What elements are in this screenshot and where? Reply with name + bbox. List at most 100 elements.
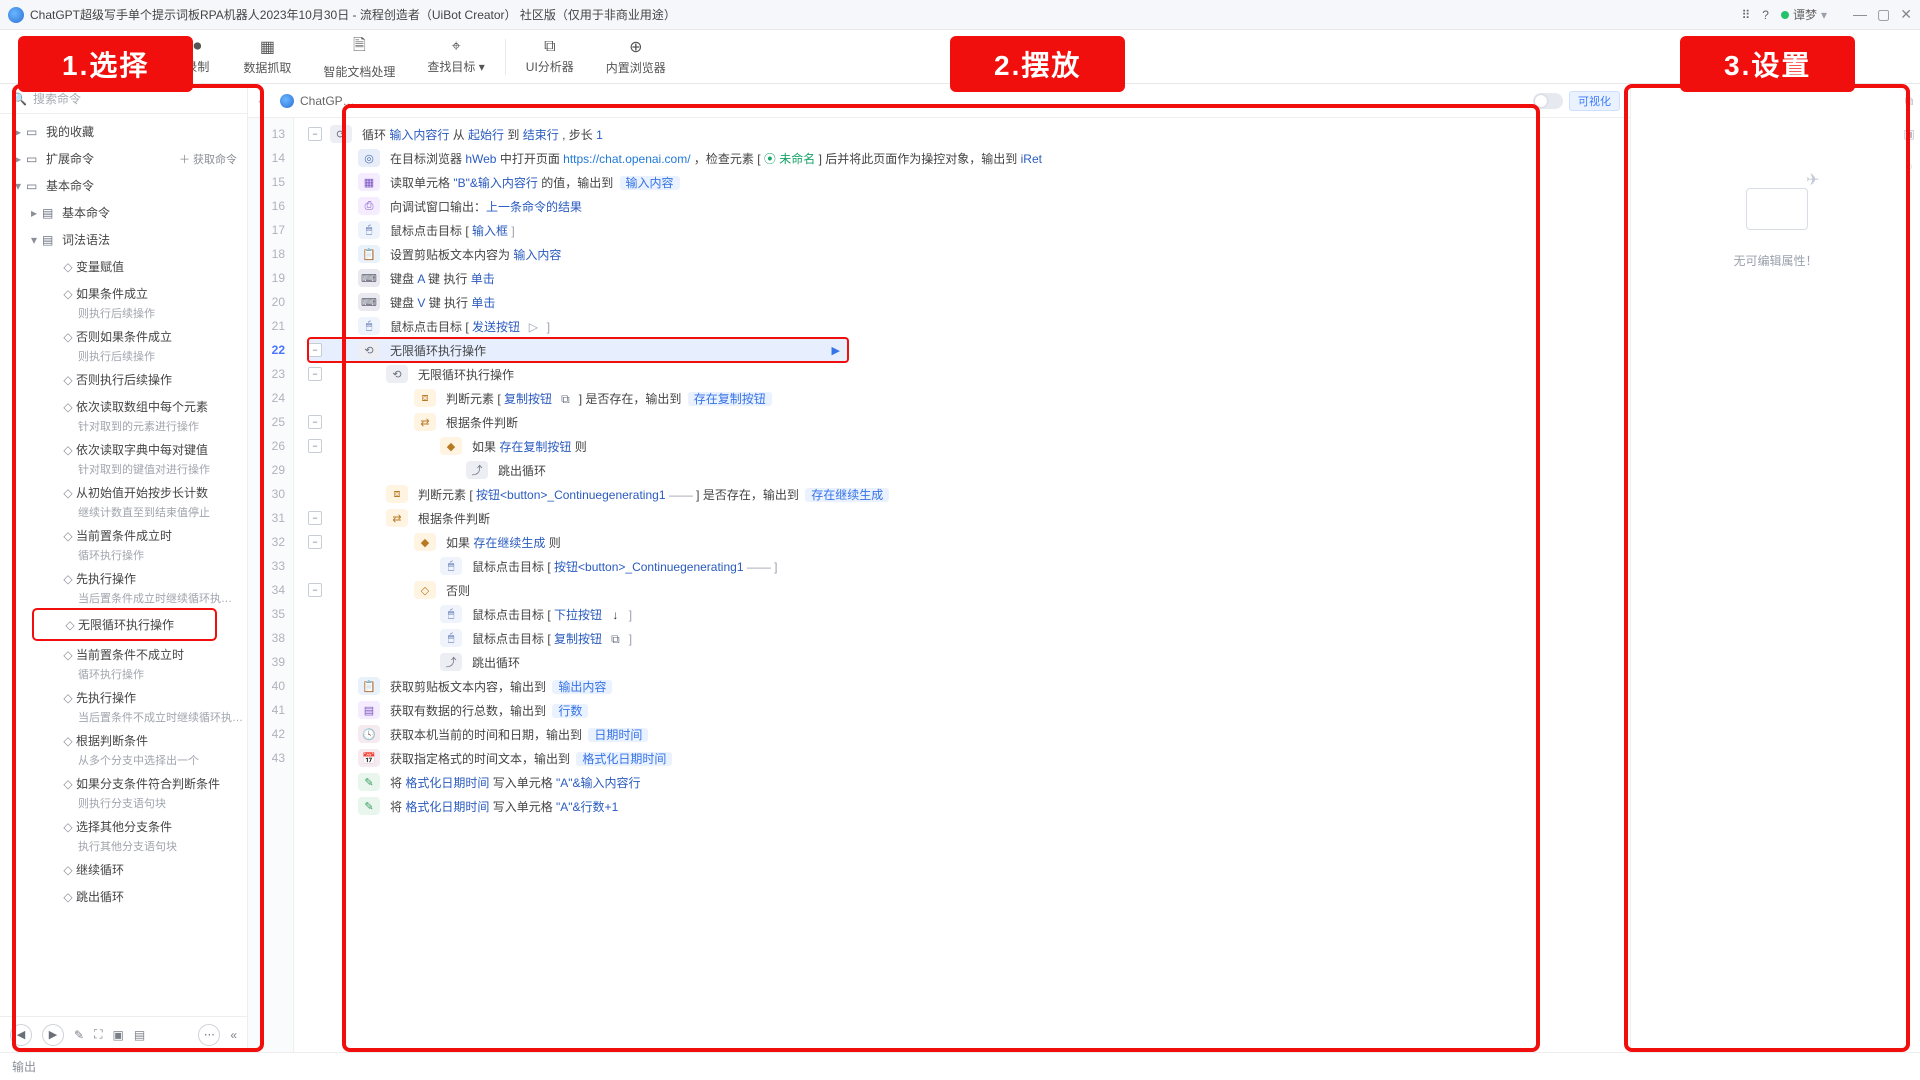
code-row[interactable]: ▦读取单元格 "B"&输入内容行 的值，输出到 输入内容	[308, 170, 1622, 194]
break-icon: ⤴	[440, 653, 462, 671]
syntax-item-desc: 针对取到的键值对进行操作	[0, 461, 247, 477]
syntax-item[interactable]: ◇当前置条件不成立时	[0, 641, 247, 668]
syntax-item[interactable]: ◇如果条件成立	[0, 280, 247, 307]
window-minimize-button[interactable]: —	[1853, 6, 1867, 23]
help-icon[interactable]: ?	[1762, 8, 1769, 22]
code-row[interactable]: 🖱鼠标点击目标 [ 复制按钮 ]	[308, 626, 1622, 650]
mouse-click-icon: 🖱	[440, 605, 462, 623]
syntax-item[interactable]: ◇先执行操作	[0, 684, 247, 711]
code-row[interactable]: 📋设置剪贴板文本内容为 输入内容	[308, 242, 1622, 266]
edit-icon[interactable]: ✎	[74, 1028, 84, 1042]
if-icon: ◆	[414, 533, 436, 551]
window-title: ChatGPT超级写手单个提示词板RPA机器人2023年10月30日 - 流程创…	[30, 6, 1742, 23]
status-output[interactable]: 输出	[12, 1058, 36, 1075]
toolbar-browser-button[interactable]: ⊕内置浏览器	[590, 37, 682, 76]
code-row[interactable]: 🕓获取本机当前的时间和日期，输出到 日期时间	[308, 722, 1622, 746]
tree-favorites[interactable]: ▸▭我的收藏	[0, 118, 247, 145]
toolbar-uianalyzer-button[interactable]: ⧉UI分析器	[510, 38, 590, 75]
note-icon[interactable]: ▤	[134, 1028, 145, 1042]
code-row-selected[interactable]: −⟲无限循环执行操作	[308, 338, 848, 362]
syntax-item[interactable]: ◇跳出循环	[0, 883, 247, 910]
code-row[interactable]: 📅获取指定格式的时间文本，输出到 格式化日期时间	[308, 746, 1622, 770]
syntax-item[interactable]: ◇变量赋值	[0, 253, 247, 280]
switch-icon: ⇄	[386, 509, 408, 527]
mouse-click-icon: 🖱	[440, 629, 462, 647]
code-row[interactable]: 📋获取剪贴板文本内容，输出到 输出内容	[308, 674, 1622, 698]
code-row[interactable]: ⤴跳出循环	[308, 458, 1622, 482]
code-lines[interactable]: −⟳循环 输入内容行 从 起始行 到 结束行 , 步长 1 ◎在目标浏览器 hW…	[294, 118, 1630, 1052]
get-command-link[interactable]: ＋ 获取命令	[179, 151, 237, 167]
toolbar-scrape-button[interactable]: ▦数据抓取	[227, 37, 307, 76]
syntax-item[interactable]: ◇根据判断条件	[0, 727, 247, 754]
code-row[interactable]: 🖱鼠标点击目标 [ 下拉按钮 ]	[308, 602, 1622, 626]
status-bar: 输出	[0, 1052, 1920, 1080]
nav-back-button[interactable]: ◀	[10, 1024, 32, 1046]
window-close-button[interactable]: ✕	[1900, 6, 1912, 23]
online-status-icon	[1781, 11, 1789, 19]
syntax-item[interactable]: ◇当前置条件成立时	[0, 522, 247, 549]
search-placeholder: 搜索命令	[33, 90, 81, 107]
code-row[interactable]: ⧈判断元素 [ 复制按钮 ] 是否存在，输出到 存在复制按钮	[308, 386, 1622, 410]
web-icon: ◎	[358, 149, 380, 167]
code-row[interactable]: ▤获取有数据的行总数，输出到 行数	[308, 698, 1622, 722]
syntax-item[interactable]: ◇继续循环	[0, 856, 247, 883]
code-row[interactable]: −◆如果 存在继续生成 则	[308, 530, 1622, 554]
code-row[interactable]: 🖱鼠标点击目标 [ 输入框 ]	[308, 218, 1622, 242]
code-row[interactable]: ⎙向调试窗口输出：上一条命令的结果	[308, 194, 1622, 218]
syntax-item-desc: 循环执行操作	[0, 666, 247, 682]
syntax-item[interactable]: ◇否则如果条件成立	[0, 323, 247, 350]
rail-icon[interactable]: ▣	[1903, 127, 1914, 141]
code-row[interactable]: −⟳循环 输入内容行 从 起始行 到 结束行 , 步长 1	[308, 122, 1622, 146]
toolbar-docproc-button[interactable]: 🗎智能文档处理	[307, 34, 411, 80]
syntax-item[interactable]: ◇从初始值开始按步长计数	[0, 479, 247, 506]
syntax-item[interactable]: ◇依次读取字典中每对键值	[0, 436, 247, 463]
code-row[interactable]: ⤴跳出循环	[308, 650, 1622, 674]
syntax-item[interactable]: ◇依次读取数组中每个元素	[0, 393, 247, 420]
editor-tab[interactable]: ChatGP…	[270, 90, 365, 112]
apps-grid-icon[interactable]: ⠿	[1742, 8, 1751, 22]
editor-tabbar: ‹ ChatGP… 可视化	[248, 84, 1630, 118]
chat-icon[interactable]: ⋯	[198, 1024, 220, 1046]
element-exists-icon: ⧈	[386, 485, 408, 503]
rail-icon[interactable]: ◌	[1905, 159, 1912, 173]
code-row[interactable]: 🖱鼠标点击目标 [ 按钮<button>_Continuegenerating1…	[308, 554, 1622, 578]
right-rail: ⧉ ▣ ◌	[1898, 84, 1920, 1052]
tree-basic-sub[interactable]: ▸▤基本命令	[0, 199, 247, 226]
toolbar-findtarget-button[interactable]: ⌖查找目标 ▾	[411, 38, 500, 75]
tree-extensions[interactable]: ▸▭扩展命令＋ 获取命令	[0, 145, 247, 172]
syntax-item[interactable]: ◇先执行操作	[0, 565, 247, 592]
window-maximize-button[interactable]: ▢	[1877, 6, 1890, 23]
command-tree[interactable]: ▸▭我的收藏 ▸▭扩展命令＋ 获取命令 ▾▭基本命令 ▸▤基本命令 ▾▤词法语法…	[0, 114, 247, 1016]
syntax-item[interactable]: ◇如果分支条件符合判断条件	[0, 770, 247, 797]
rail-icon[interactable]: ⧉	[1905, 94, 1914, 109]
user-name[interactable]: 谭梦	[1793, 6, 1817, 23]
code-row[interactable]: ✎将 格式化日期时间 写入单元格 "A"&输入内容行	[308, 770, 1622, 794]
code-row[interactable]: ⌨键盘 V 键 执行 单击	[308, 290, 1622, 314]
code-row[interactable]: ✎将 格式化日期时间 写入单元格 "A"&行数+1	[308, 794, 1622, 818]
code-row[interactable]: −◇否则	[308, 578, 1622, 602]
syntax-item[interactable]: ◇否则执行后续操作	[0, 366, 247, 393]
code-row[interactable]: −⇄根据条件判断	[308, 506, 1622, 530]
syntax-item[interactable]: ◇选择其他分支条件	[0, 813, 247, 840]
nav-play-button[interactable]: ▶	[42, 1024, 64, 1046]
camera-icon[interactable]: ▣	[112, 1028, 123, 1042]
tree-syntax[interactable]: ▾▤词法语法	[0, 226, 247, 253]
visual-toggle[interactable]	[1533, 93, 1563, 109]
keyboard-icon: ⌨	[358, 293, 380, 311]
code-row[interactable]: ⌨键盘 A 键 执行 单击	[308, 266, 1622, 290]
code-row[interactable]: ◎在目标浏览器 hWeb 中打开页面 https://chat.openai.c…	[308, 146, 1622, 170]
mouse-click-icon: 🖱	[358, 221, 380, 239]
collapse-icon[interactable]: «	[230, 1028, 237, 1042]
code-row[interactable]: −⇄根据条件判断	[308, 410, 1622, 434]
clipboard-get-icon: 📋	[358, 677, 380, 695]
if-icon: ◆	[440, 437, 462, 455]
syntax-item-infinite-loop[interactable]: ◇无限循环执行操作	[34, 611, 215, 638]
code-row[interactable]: −◆如果 存在复制按钮 则	[308, 434, 1622, 458]
tab-nav-back[interactable]: ‹	[258, 94, 262, 108]
code-row[interactable]: −⟲无限循环执行操作	[308, 362, 1622, 386]
pick-icon[interactable]: ⛶	[94, 1027, 102, 1042]
code-row[interactable]: ⧈判断元素 [ 按钮<button>_Continuegenerating1 —…	[308, 482, 1622, 506]
keyboard-icon: ⌨	[358, 269, 380, 287]
code-row[interactable]: 🖱鼠标点击目标 [ 发送按钮 ]	[308, 314, 1622, 338]
tree-basic[interactable]: ▾▭基本命令	[0, 172, 247, 199]
